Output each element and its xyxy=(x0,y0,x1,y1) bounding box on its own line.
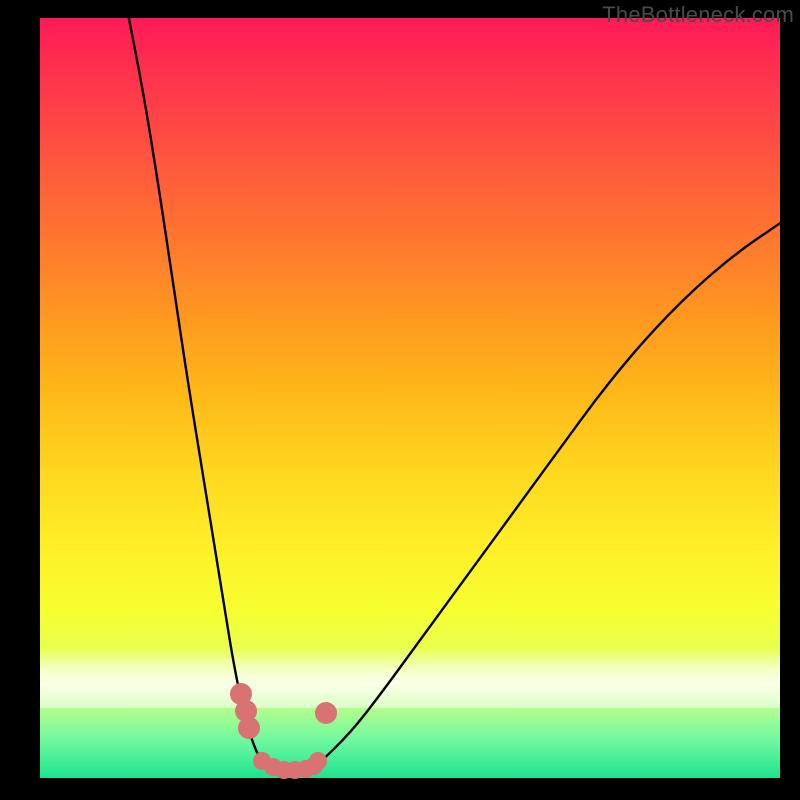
watermark-text: TheBottleneck.com xyxy=(602,2,794,28)
light-band xyxy=(40,648,780,708)
valley-dot xyxy=(253,752,271,770)
valley-dot xyxy=(235,700,257,722)
plot-area xyxy=(40,18,780,778)
valley-dot xyxy=(275,761,293,779)
valley-dot xyxy=(238,717,260,739)
bottleneck-curve xyxy=(40,18,780,778)
valley-dot xyxy=(286,761,304,779)
chart-stage: TheBottleneck.com xyxy=(0,0,800,800)
valley-dot xyxy=(297,760,315,778)
valley-dot xyxy=(264,758,282,776)
valley-dot xyxy=(309,752,327,770)
valley-dot xyxy=(305,757,323,775)
valley-dot xyxy=(230,683,252,705)
valley-dot xyxy=(315,702,337,724)
